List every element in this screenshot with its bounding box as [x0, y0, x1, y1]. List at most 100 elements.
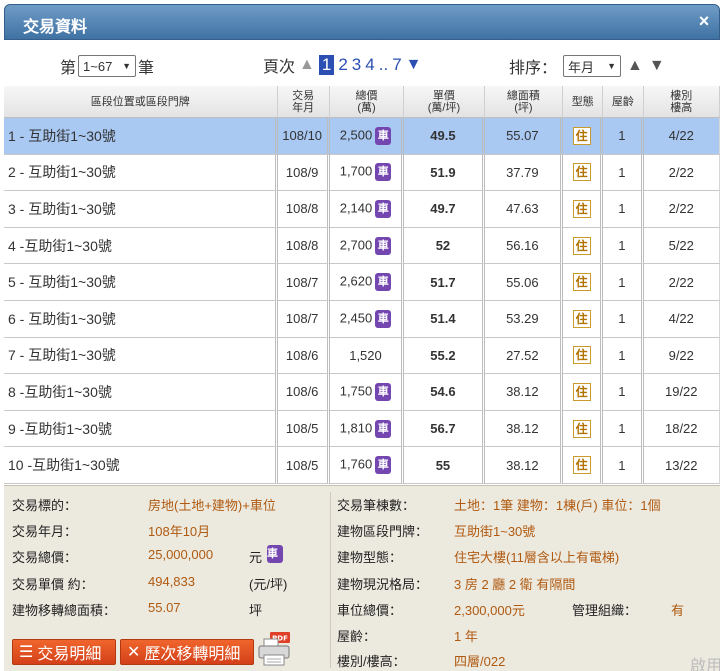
residence-type-badge[interactable]: 住	[572, 419, 591, 438]
floor-cell: 18/22	[643, 410, 720, 448]
record-range-value: 1~67	[83, 58, 113, 74]
column-header[interactable]: 總面積 (坪)	[484, 86, 564, 118]
address-cell-text: 6 - 互助街1~30號	[8, 310, 116, 327]
residence-type-badge[interactable]: 住	[572, 273, 591, 292]
age-cell-text: 1	[618, 311, 626, 327]
age-cell: 1	[603, 118, 644, 155]
age-cell: 1	[603, 264, 644, 301]
table-row[interactable]: 9 -互助街1~30號 108/5 1,810 車 56.7 38.12 住 1 18/22	[4, 410, 720, 448]
type-cell: 住	[563, 264, 604, 301]
floor-cell: 9/22	[643, 337, 720, 375]
table-row[interactable]: 3 - 互助街1~30號 108/8 2,140 車 49.7 47.63 住 1 2/22	[4, 191, 720, 228]
print-pdf-icon[interactable]: PDF	[256, 631, 292, 667]
record-range-control: 第 1~67 ▼ 筆	[60, 54, 154, 78]
area-cell-text: 56.16	[506, 238, 539, 254]
area-cell: 47.63	[484, 191, 564, 228]
detail-unit: (元/坪)	[249, 577, 288, 592]
page-link-4[interactable]: 4	[365, 55, 374, 75]
sort-select[interactable]: 年月 ▼	[563, 55, 622, 77]
address-cell: 10 -互助街1~30號	[4, 447, 278, 484]
address-cell-text: 1 - 互助街1~30號	[8, 127, 116, 144]
column-header[interactable]: 型態	[563, 86, 604, 118]
close-x-icon: ✕	[127, 644, 141, 661]
age-cell-text: 1	[618, 421, 626, 437]
total-price-cell-text: 1,700	[339, 163, 373, 179]
detail-divider	[330, 492, 331, 668]
floor-cell-text: 2/22	[668, 164, 694, 180]
table-row[interactable]: 5 - 互助街1~30號 108/7 2,620 車 51.7 55.06 住 1 2/22	[4, 264, 720, 301]
area-cell-text: 38.12	[506, 421, 539, 437]
column-header[interactable]: 總價 (萬)	[329, 86, 405, 118]
address-cell-text: 3 - 互助街1~30號	[8, 200, 116, 217]
area-cell: 55.06	[484, 264, 564, 301]
unit-price-cell-text: 51.9	[430, 164, 456, 180]
table-row[interactable]: 4 -互助街1~30號 108/8 2,700 車 52 56.16 住 1 5/22	[4, 227, 720, 265]
history-transfer-button[interactable]: ✕ 歷次移轉明細	[120, 639, 254, 665]
transaction-dialog: 交易資料 × 第 1~67 ▼ 筆 頁次 ▲ 1 2 3 4 .. 7 ▼ 排序…	[0, 0, 720, 671]
list-icon: ☰	[19, 644, 34, 661]
date-cell: 108/10	[277, 118, 330, 155]
date-cell-text: 108/9	[285, 164, 319, 180]
column-header-text: 總價	[355, 89, 378, 102]
residence-type-badge[interactable]: 住	[572, 456, 591, 475]
area-cell-text: 38.12	[506, 457, 539, 473]
page-link-7[interactable]: 7	[392, 55, 401, 75]
area-cell-text: 27.52	[506, 347, 539, 363]
next-page-icon[interactable]: ▼	[406, 56, 422, 74]
area-cell-text: 55.07	[506, 128, 539, 144]
age-cell-text: 1	[618, 201, 626, 217]
page-link-3[interactable]: 3	[352, 55, 361, 75]
column-header[interactable]: 樓別 樓高	[643, 86, 720, 118]
address-cell-text: 7 - 互助街1~30號	[8, 347, 116, 364]
chevron-down-icon: ▼	[122, 61, 132, 71]
floor-cell: 2/22	[643, 154, 720, 192]
sort-asc-icon[interactable]: ▲	[627, 57, 643, 75]
unit-price-cell-text: 56.7	[430, 421, 456, 437]
address-cell: 3 - 互助街1~30號	[4, 191, 278, 228]
car-badge: 車	[375, 236, 392, 255]
total-price-cell: 2,620 車	[329, 264, 405, 301]
column-header-text: 樓別	[670, 89, 693, 102]
column-header[interactable]: 區段位置或區段門牌	[4, 86, 278, 118]
page-link-1[interactable]: 1	[318, 55, 335, 75]
date-cell-text: 108/8	[285, 238, 319, 254]
date-cell: 108/6	[277, 374, 330, 411]
page-link-2[interactable]: 2	[338, 55, 347, 75]
column-header[interactable]: 交易 年月	[277, 86, 330, 118]
residence-type-badge[interactable]: 住	[572, 199, 591, 218]
close-icon[interactable]: ×	[695, 12, 713, 30]
unit-price-cell: 54.6	[404, 374, 485, 411]
age-cell: 1	[603, 374, 644, 411]
table-row[interactable]: 6 - 互助街1~30號 108/7 2,450 車 51.4 53.29 住 1 4/22	[4, 300, 720, 338]
table-row[interactable]: 8 -互助街1~30號 108/6 1,750 車 54.6 38.12 住 1 19/22	[4, 374, 720, 411]
area-cell: 38.12	[484, 374, 564, 411]
residence-type-badge[interactable]: 住	[572, 382, 591, 401]
residence-type-badge[interactable]: 住	[572, 236, 591, 255]
table-row[interactable]: 1 - 互助街1~30號 108/10 2,500 車 49.5 55.07 住 1 4/22	[4, 118, 720, 155]
column-header[interactable]: 單價 (萬/坪)	[404, 86, 485, 118]
prev-page-icon[interactable]: ▲	[299, 56, 315, 74]
column-header-text: (萬/坪)	[427, 101, 461, 114]
total-price-cell: 2,500 車	[329, 118, 405, 155]
table-row[interactable]: 7 - 互助街1~30號 108/6 1,520 55.2 27.52 住 1 9/22	[4, 337, 720, 375]
residence-type-badge[interactable]: 住	[572, 163, 591, 182]
floor-cell-text: 18/22	[664, 421, 698, 437]
table-row[interactable]: 2 - 互助街1~30號 108/9 1,700 車 51.9 37.79 住 1 2/22	[4, 154, 720, 192]
age-cell-text: 1	[618, 457, 626, 473]
total-price-cell: 1,700 車	[329, 154, 405, 192]
type-cell: 住	[563, 300, 604, 338]
residence-type-badge[interactable]: 住	[572, 346, 591, 365]
transaction-detail-button[interactable]: ☰ 交易明細	[12, 639, 116, 665]
residence-type-badge[interactable]: 住	[572, 309, 591, 328]
column-header-text: 型態	[571, 95, 594, 108]
dialog-titlebar[interactable]: 交易資料 ×	[4, 4, 720, 40]
mgmt-value: 有	[671, 603, 685, 618]
sort-desc-icon[interactable]: ▼	[649, 57, 665, 75]
record-range-select[interactable]: 1~67 ▼	[78, 55, 137, 77]
column-header[interactable]: 屋齡	[603, 86, 644, 118]
table-row[interactable]: 10 -互助街1~30號 108/5 1,760 車 55 38.12 住 1 13/22	[4, 447, 720, 484]
car-badge: 車	[375, 273, 392, 292]
date-cell-text: 108/5	[285, 457, 319, 473]
residence-type-badge[interactable]: 住	[572, 126, 591, 145]
detail-label: 建物移轉總面積：	[12, 603, 117, 618]
